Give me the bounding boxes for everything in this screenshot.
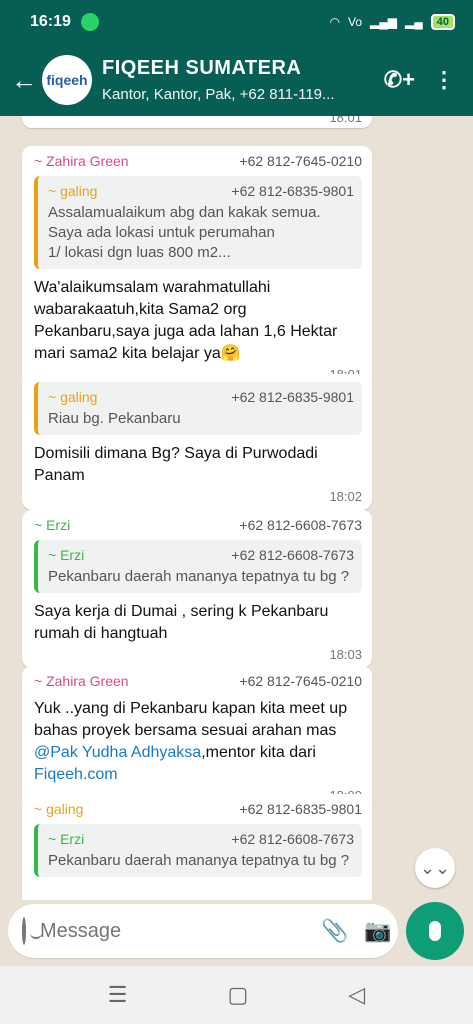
quoted-message[interactable]: ~ Erzi +62 812-6608-7673 Pekanbaru daera… (34, 824, 362, 877)
mic-button[interactable] (406, 902, 464, 960)
volte-icon: Vo (348, 15, 363, 29)
back-nav-icon[interactable]: ◁ (348, 982, 365, 1008)
message-bubble[interactable]: ~ Zahira Green +62 812-7645-0210 ~ galin… (22, 146, 372, 388)
message-bubble[interactable]: ~ Erzi +62 812-6608-7673 ~ Erzi +62 812-… (22, 510, 372, 668)
mic-icon (429, 921, 441, 941)
sender-name[interactable]: ~ Zahira Green (34, 672, 129, 690)
whatsapp-notification-icon (80, 13, 99, 31)
status-time: 16:19 (30, 13, 71, 30)
group-avatar[interactable]: fiqeeh (42, 55, 92, 105)
quoted-phone: +62 812-6835-9801 (231, 183, 354, 199)
more-vert-icon[interactable]: ⋮ (433, 67, 455, 93)
signal-icon: ▂▄▆ (370, 15, 398, 29)
message-bubble[interactable]: ~ Zahira Green +62 812-7645-0210 Yuk ..y… (22, 666, 372, 809)
message-text: Saya kerja di Dumai , sering k Pekanbaru… (34, 603, 329, 642)
message-time: 18:02 (329, 489, 362, 504)
message-text-part: ,mentor kita dari (201, 744, 316, 761)
quoted-text: Assalamualaikum abg dan kakak semua. Say… (48, 204, 321, 261)
sender-phone: +62 812-6608-7673 (239, 517, 362, 533)
wifi-icon: ◠ (329, 15, 341, 29)
signal-2-icon: ▂▄ (405, 15, 423, 29)
sender-phone: +62 812-7645-0210 (239, 153, 362, 169)
chat-header: ← fiqeeh FIQEEH SUMATERA Kantor, Kantor,… (0, 44, 473, 116)
avatar-logo-text: fiqeeh (46, 72, 88, 88)
home-icon[interactable]: ▢ (228, 982, 249, 1008)
sender-phone: +62 812-7645-0210 (239, 673, 362, 689)
group-title: FIQEEH SUMATERA (102, 57, 302, 79)
message-bubble[interactable]: ~ galing +62 812-6835-9801 Riau bg. Peka… (22, 374, 372, 510)
message-time: 18:03 (329, 647, 362, 662)
message-composer: 📎 📷 (8, 904, 398, 958)
message-text: Domisili dimana Bg? Saya di Purwodadi Pa… (34, 445, 318, 484)
quoted-sender: ~ galing (48, 389, 98, 405)
sender-name[interactable]: ~ galing (34, 800, 83, 818)
status-icons: ◠ Vo ▂▄▆ ▂▄ 40 (330, 14, 455, 30)
status-bar: 16:19 ◠ Vo ▂▄▆ ▂▄ 40 (0, 0, 473, 44)
message-text-part: Yuk ..yang di Pekanbaru kapan kita meet … (34, 700, 348, 739)
quoted-message[interactable]: ~ galing +62 812-6835-9801 Assalamualaik… (34, 176, 362, 269)
sender-phone: +62 812-6835-9801 (239, 801, 362, 817)
system-nav-bar: ☰ ▢ ◁ (0, 966, 473, 1024)
quoted-sender: ~ Erzi (48, 547, 85, 563)
attach-icon[interactable]: 📎 (321, 918, 348, 944)
message-bubble[interactable]: ~ galing +62 812-6835-9801 ~ Erzi +62 81… (22, 794, 372, 900)
sender-name[interactable]: ~ Zahira Green (34, 152, 129, 170)
message-text: Yuk ..yang di Pekanbaru kapan kita meet … (34, 698, 362, 786)
scroll-down-icon[interactable]: ⌄⌄ (415, 848, 455, 888)
sender-name[interactable]: ~ Erzi (34, 516, 70, 534)
emoji-icon[interactable] (22, 917, 42, 945)
group-info[interactable]: FIQEEH SUMATERA Kantor, Kantor, Pak, +62… (102, 57, 372, 103)
back-arrow-icon[interactable]: ← (6, 65, 42, 96)
quoted-message[interactable]: ~ galing +62 812-6835-9801 Riau bg. Peka… (34, 382, 362, 435)
message-text: Wa'alaikumsalam warahmatullahi wabarakaa… (34, 279, 338, 362)
quoted-phone: +62 812-6608-7673 (231, 547, 354, 563)
message-input[interactable] (40, 919, 305, 943)
quoted-text: Pekanbaru daerah mananya tepatnya tu bg … (48, 568, 350, 585)
message-time: 18:01 (329, 116, 362, 125)
camera-icon[interactable]: 📷 (364, 918, 391, 944)
message-bubble[interactable]: 18:01 (22, 116, 372, 128)
url-link[interactable]: Fiqeeh.com (34, 766, 118, 783)
quoted-message[interactable]: ~ Erzi +62 812-6608-7673 Pekanbaru daera… (34, 540, 362, 593)
mention-link[interactable]: @Pak Yudha Adhyaksa (34, 744, 201, 761)
quoted-sender: ~ galing (48, 183, 98, 199)
battery-icon: 40 (430, 14, 455, 30)
group-members: Kantor, Kantor, Pak, +62 811-119... (102, 86, 335, 103)
chat-area[interactable]: 18:01 ~ Zahira Green +62 812-7645-0210 ~… (0, 116, 473, 900)
quoted-sender: ~ Erzi (48, 831, 85, 847)
quoted-text: Pekanbaru daerah mananya tepatnya tu bg … (48, 852, 350, 869)
quoted-text: Riau bg. Pekanbaru (48, 410, 181, 427)
add-call-icon[interactable]: ✆+ (384, 67, 415, 93)
quoted-phone: +62 812-6835-9801 (231, 389, 354, 405)
recents-icon[interactable]: ☰ (108, 982, 128, 1008)
quoted-phone: +62 812-6608-7673 (231, 831, 354, 847)
